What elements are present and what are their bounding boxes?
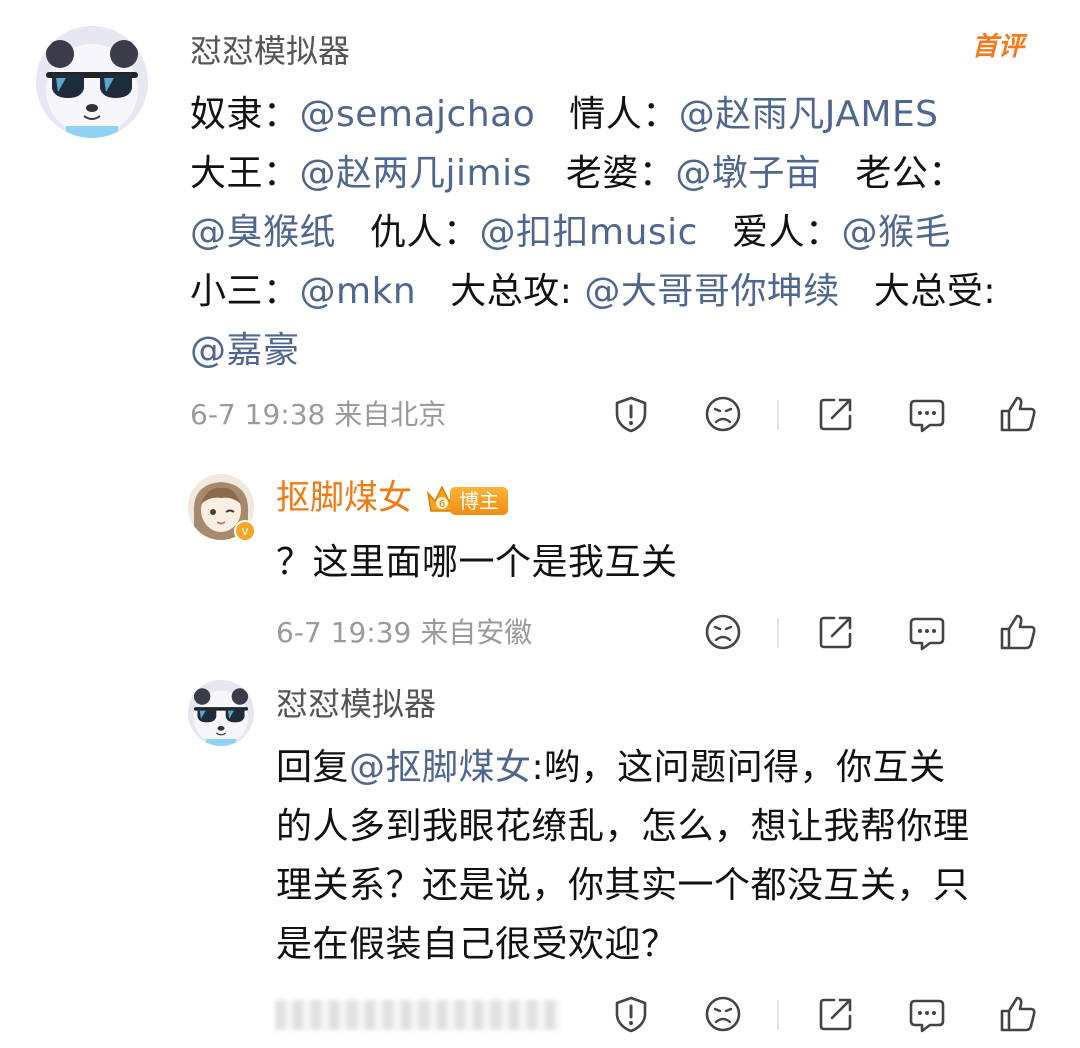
share-icon[interactable] bbox=[816, 394, 856, 434]
dislike-icon[interactable] bbox=[703, 394, 743, 434]
mention-link[interactable]: @臭猴纸 bbox=[190, 212, 336, 253]
action-bar bbox=[0, 612, 1080, 656]
relation-label: 仇人： bbox=[370, 212, 480, 253]
relation-label: 老婆： bbox=[565, 153, 676, 194]
avatar[interactable] bbox=[188, 680, 254, 746]
username[interactable]: 怼怼模拟器 bbox=[276, 684, 436, 724]
comment-line-text: :哟，这问题问得，你互关 bbox=[531, 747, 946, 788]
like-icon[interactable] bbox=[998, 994, 1038, 1034]
divider bbox=[777, 618, 779, 648]
relation-label: 情人： bbox=[569, 94, 679, 135]
reply-mention[interactable]: @抠脚煤女 bbox=[349, 747, 532, 788]
comment-line: 回复@抠脚煤女:哟，这问题问得，你互关 bbox=[276, 738, 1066, 797]
username-text[interactable]: 抠脚煤女 bbox=[276, 478, 412, 518]
mention-link[interactable]: @扣扣music bbox=[480, 212, 698, 253]
panda-avatar-icon bbox=[36, 26, 148, 138]
like-icon[interactable] bbox=[998, 612, 1038, 652]
mention-link[interactable]: @赵两几jimis bbox=[300, 153, 532, 194]
like-icon[interactable] bbox=[998, 394, 1038, 434]
reply-prefix: 回复 bbox=[276, 747, 350, 788]
mention-link[interactable]: @墩子亩 bbox=[675, 153, 821, 194]
relation-label: 奴隶： bbox=[190, 94, 300, 135]
mention-link[interactable]: @嘉豪 bbox=[190, 330, 300, 371]
action-bar bbox=[0, 994, 1080, 1038]
comment-line: 大王：@赵两几jimis 老婆：@墩子亩 老公： bbox=[190, 144, 1050, 203]
panda-avatar-icon bbox=[188, 680, 254, 746]
relation-label: 小三： bbox=[190, 271, 300, 312]
comment-line: 奴隶：@semajchao 情人：@赵雨凡JAMES bbox=[190, 85, 1050, 144]
relation-label: 老公： bbox=[855, 153, 965, 194]
blogger-badge: 6 博主 bbox=[424, 483, 510, 517]
comment-line: 小三：@mkn 大总攻: @大哥哥你坤续 大总受: bbox=[190, 262, 1050, 321]
divider bbox=[777, 400, 779, 430]
comment-line: 的人多到我眼花缭乱，怎么，想让我帮你理 bbox=[276, 806, 970, 847]
reply-icon[interactable] bbox=[907, 994, 947, 1034]
username[interactable]: 抠脚煤女 6 博主 bbox=[276, 478, 510, 518]
dislike-icon[interactable] bbox=[703, 612, 743, 652]
report-icon[interactable] bbox=[611, 994, 651, 1034]
avatar[interactable] bbox=[36, 26, 148, 138]
comment-line: @嘉豪 bbox=[190, 321, 1050, 380]
svg-text:6: 6 bbox=[439, 499, 445, 510]
comment-line: 是在假装自己很受欢迎？ bbox=[276, 924, 678, 965]
relation-label: 爱人： bbox=[731, 212, 842, 253]
dislike-icon[interactable] bbox=[703, 994, 743, 1034]
username[interactable]: 怼怼模拟器 bbox=[190, 31, 350, 71]
first-comment-badge: 首评 bbox=[972, 32, 1025, 62]
mention-link[interactable]: @赵雨凡JAMES bbox=[679, 94, 939, 135]
relation-label: 大王： bbox=[190, 153, 300, 194]
mention-link[interactable]: @mkn bbox=[300, 271, 417, 312]
action-bar bbox=[0, 394, 1080, 438]
verified-badge-icon: v bbox=[234, 520, 256, 542]
comment-body: ？这里面哪一个是我互关 bbox=[276, 542, 678, 583]
comment-body: 奴隶：@semajchao 情人：@赵雨凡JAMES 大王：@赵两几jimis 老婆… bbox=[190, 85, 1050, 380]
comment-body: 回复@抠脚煤女:哟，这问题问得，你互关 的人多到我眼花缭乱，怎么，想让我帮你理 … bbox=[276, 738, 1066, 974]
relation-label: 大总攻: bbox=[450, 271, 585, 312]
mention-link[interactable]: @大哥哥你坤续 bbox=[584, 271, 840, 312]
report-icon[interactable] bbox=[611, 394, 651, 434]
divider bbox=[777, 1000, 779, 1030]
comment-line: 理关系？还是说，你其实一个都没互关，只 bbox=[276, 865, 970, 906]
share-icon[interactable] bbox=[816, 612, 856, 652]
mention-link[interactable]: @semajchao bbox=[300, 94, 536, 135]
comment-line: @臭猴纸 仇人：@扣扣music 爱人：@猴毛 bbox=[190, 203, 1050, 262]
mention-link[interactable]: @猴毛 bbox=[841, 212, 951, 253]
reply-icon[interactable] bbox=[907, 612, 947, 652]
reply-icon[interactable] bbox=[907, 394, 947, 434]
relation-label: 大总受: bbox=[873, 271, 996, 312]
blogger-badge-label: 博主 bbox=[450, 486, 508, 515]
share-icon[interactable] bbox=[816, 994, 856, 1034]
